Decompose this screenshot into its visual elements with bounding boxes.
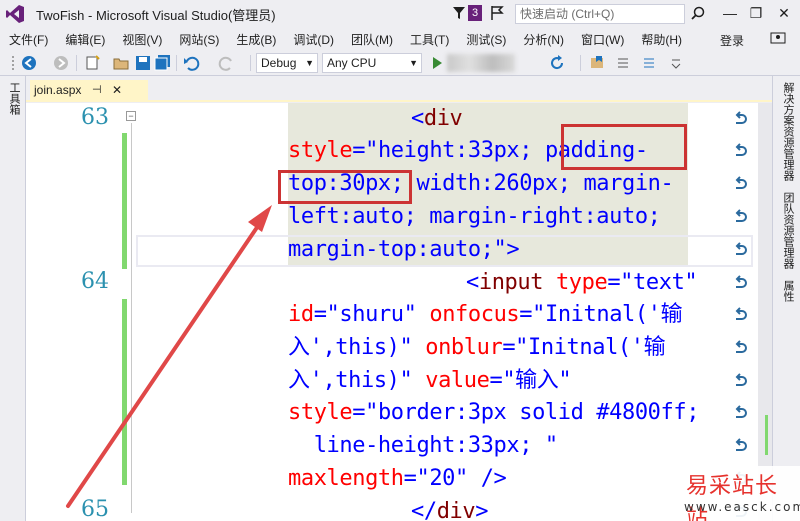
watermark-url: www.easck.com [684,500,800,514]
annotation-arrow [66,205,272,508]
